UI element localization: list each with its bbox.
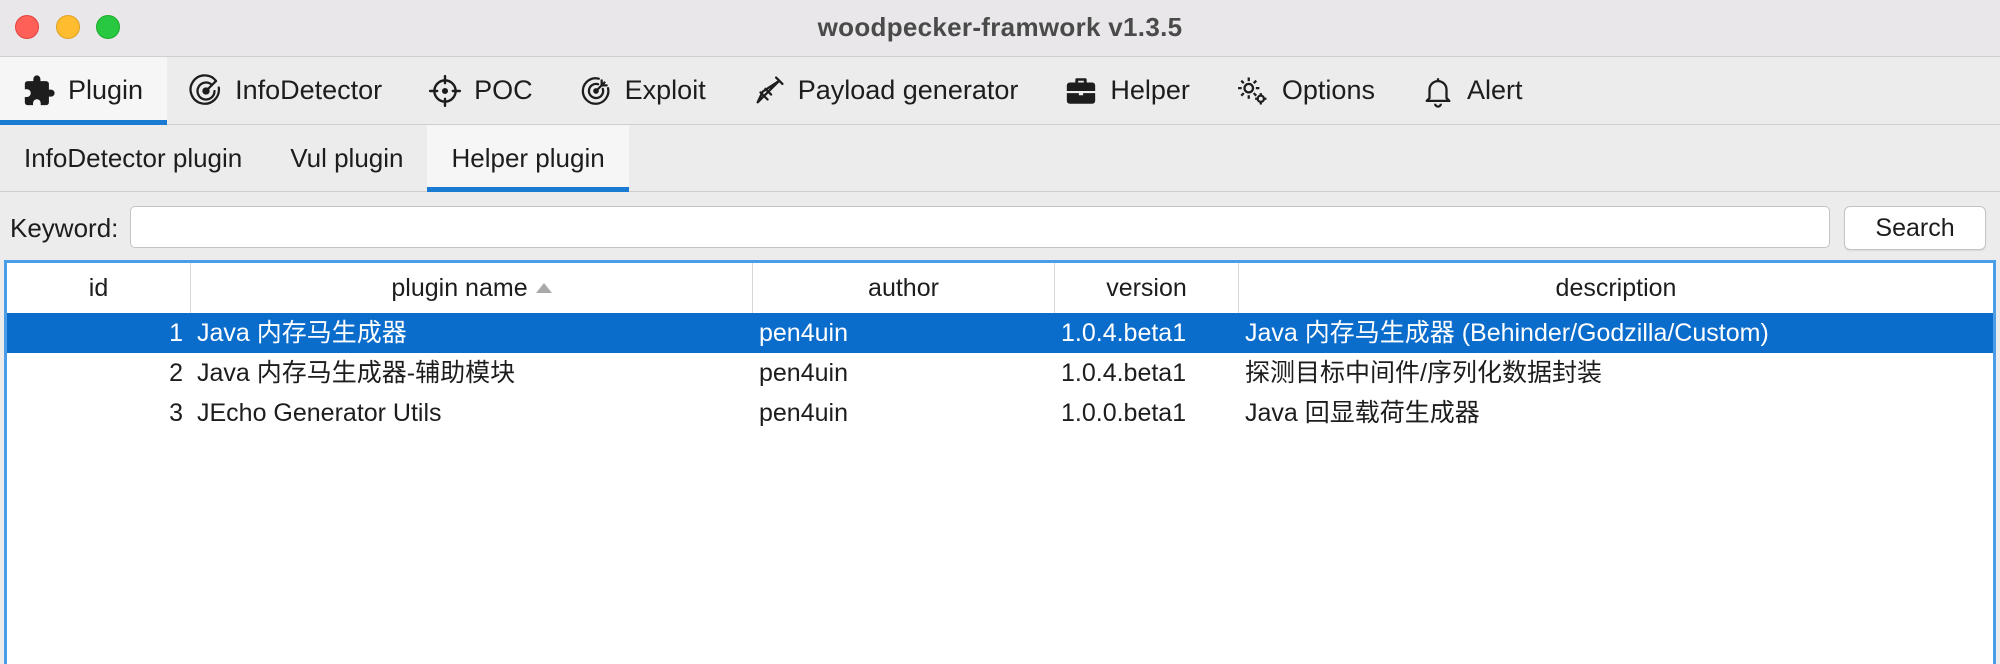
cell-author: pen4uin [759, 399, 848, 427]
cell-description: Java 内存马生成器 (Behinder/Godzilla/Custom) [1245, 319, 1769, 347]
cell-version: 1.0.4.beta1 [1061, 359, 1187, 387]
tab-poc-label: POC [474, 75, 533, 105]
column-header-version-label: version [1106, 273, 1187, 302]
cell-version: 1.0.4.beta1 [1061, 319, 1187, 347]
tab-exploit-label: Exploit [624, 75, 706, 105]
cell-description: 探测目标中间件/序列化数据封装 [1245, 359, 1602, 387]
title-bar: woodpecker-framwork v1.3.5 [0, 0, 2000, 57]
syringe-icon [752, 74, 786, 108]
cell-version: 1.0.0.beta1 [1061, 399, 1187, 427]
crosshair-icon [428, 74, 462, 108]
cell-plugin-name: JEcho Generator Utils [197, 399, 442, 427]
tab-infodetector-label: InfoDetector [235, 75, 383, 105]
column-header-description-label: description [1555, 273, 1677, 302]
cell-id: 3 [169, 399, 183, 427]
column-header-description[interactable]: description [1239, 263, 1993, 313]
tab-poc[interactable]: POC [406, 57, 557, 124]
search-row: Keyword: Search [0, 192, 2000, 258]
toolbox-icon [1064, 74, 1098, 108]
tab-plugin-label: Plugin [68, 75, 144, 105]
column-header-plugin-name[interactable]: plugin name [191, 263, 753, 313]
plugin-table[interactable]: id plugin name author version descriptio… [4, 260, 1996, 664]
radar-icon [189, 73, 223, 108]
sub-tab-bar: InfoDetector plugin Vul plugin Helper pl… [0, 125, 2000, 192]
column-header-plugin-name-label: plugin name [391, 273, 528, 302]
tab-options-label: Options [1281, 75, 1375, 105]
column-header-id[interactable]: id [7, 263, 191, 313]
keyword-input[interactable] [130, 206, 1830, 248]
cell-description: Java 回显载荷生成器 [1245, 399, 1480, 427]
tab-infodetector[interactable]: InfoDetector [167, 57, 406, 124]
tab-plugin[interactable]: Plugin [0, 57, 168, 125]
table-row[interactable]: 1 Java 内存马生成器 pen4uin 1.0.4.beta1 Java 内… [7, 313, 1993, 353]
tab-options[interactable]: Options [1214, 57, 1399, 124]
subtab-infodetector-plugin[interactable]: InfoDetector plugin [0, 125, 266, 191]
cell-id: 1 [169, 319, 183, 347]
column-header-version[interactable]: version [1055, 263, 1239, 313]
tab-helper[interactable]: Helper [1042, 57, 1214, 124]
cell-author: pen4uin [759, 359, 848, 387]
table-header: id plugin name author version descriptio… [7, 263, 1993, 314]
tab-payload-generator-label: Payload generator [797, 75, 1019, 105]
cell-author: pen4uin [759, 319, 848, 347]
cell-plugin-name: Java 内存马生成器 [197, 319, 407, 347]
gears-icon [1236, 74, 1270, 108]
window-title: woodpecker-framwork v1.3.5 [817, 12, 1183, 42]
search-button[interactable]: Search [1844, 206, 1986, 250]
table-row[interactable]: 2 Java 内存马生成器-辅助模块 pen4uin 1.0.4.beta1 探… [7, 353, 1993, 393]
target-icon [579, 74, 613, 108]
subtab-vul-plugin[interactable]: Vul plugin [266, 125, 427, 191]
column-header-id-label: id [88, 273, 109, 302]
cell-id: 2 [169, 359, 183, 387]
app-window: woodpecker-framwork v1.3.5 Plugin InfoDe… [0, 0, 2000, 664]
column-header-author-label: author [868, 273, 939, 302]
bell-icon [1421, 74, 1455, 108]
tab-exploit[interactable]: Exploit [557, 57, 730, 124]
column-header-author[interactable]: author [753, 263, 1055, 313]
main-tab-bar: Plugin InfoDetector POC Exploit Payload … [0, 57, 2000, 125]
keyword-label: Keyword: [10, 213, 119, 243]
tab-helper-label: Helper [1110, 75, 1190, 105]
tab-payload-generator[interactable]: Payload generator [730, 57, 1043, 124]
tab-alert[interactable]: Alert [1399, 57, 1547, 124]
subtab-helper-plugin[interactable]: Helper plugin [427, 125, 629, 192]
sort-ascending-icon [535, 283, 552, 293]
tab-alert-label: Alert [1466, 75, 1523, 105]
table-row[interactable]: 3 JEcho Generator Utils pen4uin 1.0.0.be… [7, 393, 1993, 433]
cell-plugin-name: Java 内存马生成器-辅助模块 [197, 359, 516, 387]
puzzle-icon [22, 74, 56, 108]
